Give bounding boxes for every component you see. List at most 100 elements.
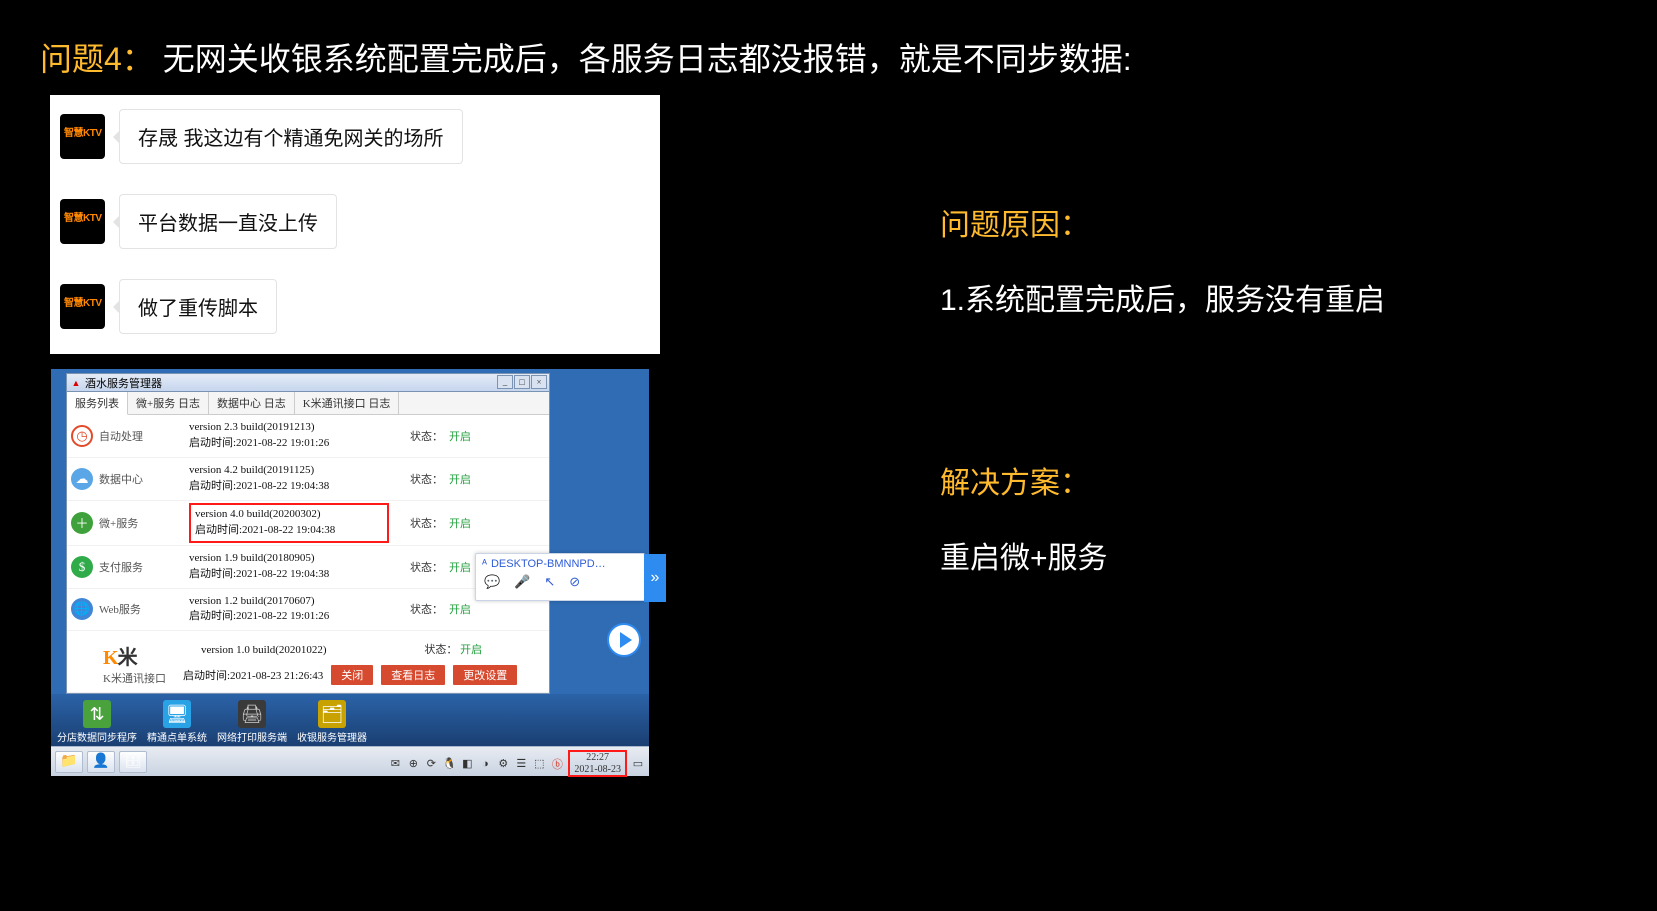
pos-icon: 🖥: [163, 700, 191, 728]
cancel-icon[interactable]: ⊘: [569, 574, 580, 590]
service-name: Web服务: [99, 601, 189, 617]
clock[interactable]: 22:27 2021-08-23: [568, 750, 627, 777]
service-name: 数据中心: [99, 471, 189, 487]
mic-icon[interactable]: 🎤: [514, 574, 530, 590]
maximize-button[interactable]: □: [514, 375, 530, 389]
penguin-icon[interactable]: 🐧: [442, 757, 456, 771]
tab-data-center-log[interactable]: 数据中心 日志: [209, 392, 295, 414]
upper-taskbar: ⇅ 分店数据同步程序 🖥 精通点单系统 🖨 网络打印服务端 🗂 收银服务管理器: [51, 694, 649, 746]
status-label: 状态：: [389, 515, 449, 531]
status-label: 状态：: [389, 471, 449, 487]
question-text: 无网关收银系统配置完成后，各服务日志都没报错，就是不同步数据:: [163, 41, 1132, 77]
tray-icon[interactable]: ✉: [388, 757, 402, 771]
service-name: 支付服务: [99, 559, 189, 575]
taskbar-item[interactable]: 🖨 网络打印服务端: [217, 700, 287, 744]
taskbar-item[interactable]: 🖥 精通点单系统: [147, 700, 207, 744]
service-row-auto[interactable]: ◷ 自动处理 version 2.3 build(20191213) 启动时间:…: [67, 415, 549, 458]
status-value: 开启: [449, 601, 519, 617]
taskbar-item[interactable]: 🗂 收银服务管理器: [297, 700, 367, 744]
left-column: 智慧KTV 存晟 我这边有个精通免网关的场所 智慧KTV 平台数据一直没上传 智…: [50, 95, 660, 777]
person-icon: ᴬ: [482, 558, 487, 570]
play-button-icon[interactable]: [607, 623, 641, 657]
slide-title: 问题4： 无网关收银系统配置完成后，各服务日志都没报错，就是不同步数据:: [40, 34, 1617, 80]
chat-row: 智慧KTV 做了重传脚本: [60, 279, 650, 334]
tray-icon[interactable]: ⬚: [532, 757, 546, 771]
chat-row: 智慧KTV 存晟 我这边有个精通免网关的场所: [60, 109, 650, 164]
service-name: 微+服务: [99, 515, 189, 531]
taskbar-app-button[interactable]: 🗄: [119, 751, 147, 773]
service-version-box: version 1.9 build(20180905) 启动时间:2021-08…: [189, 551, 389, 583]
status-label: 状态：: [389, 559, 449, 575]
avatar: 智慧KTV: [60, 114, 105, 159]
chat-row: 智慧KTV 平台数据一直没上传: [60, 194, 650, 249]
solution-body: 重启微+服务: [940, 532, 1600, 586]
globe-icon: 🌐: [71, 598, 93, 620]
avatar: 智慧KTV: [60, 199, 105, 244]
tab-strip: 服务列表 微+服务 日志 数据中心 日志 K米通讯接口 日志: [67, 392, 549, 415]
tray-icon[interactable]: ⓑ: [550, 757, 564, 771]
status-value: 开启: [449, 515, 519, 531]
service-name: K米通讯接口: [103, 673, 166, 685]
service-version-box-highlighted: version 4.0 build(20200302) 启动时间:2021-08…: [189, 503, 389, 543]
solution-title: 解决方案：: [940, 458, 1600, 502]
km-logo: K米: [103, 647, 137, 669]
clock-icon: ◷: [71, 425, 93, 447]
right-column: 问题原因： 1.系统配置完成后，服务没有重启 解决方案： 重启微+服务: [940, 200, 1600, 586]
close-service-button[interactable]: 关闭: [331, 665, 373, 685]
host-name: DESKTOP-BMNNPD…: [491, 558, 606, 570]
cursor-icon[interactable]: ↖: [544, 574, 555, 590]
tray-icon[interactable]: ◧: [460, 757, 474, 771]
service-name: 自动处理: [99, 428, 189, 444]
view-log-button[interactable]: 查看日志: [381, 665, 445, 685]
chat-msg: 存晟 我这边有个精通免网关的场所: [119, 109, 463, 164]
status-value: 开启: [449, 471, 519, 487]
taskbar-app-button[interactable]: 📁: [55, 751, 83, 773]
chat-icon[interactable]: 💬: [484, 574, 500, 590]
window-titlebar[interactable]: ▲ 酒水服务管理器 _ □ ×: [67, 374, 549, 392]
folder-icon: 🗂: [318, 700, 346, 728]
app-icon: ▲: [71, 378, 81, 388]
status-label: 状态：: [389, 428, 449, 444]
tab-km-log[interactable]: K米通讯接口 日志: [295, 392, 400, 414]
settings-button[interactable]: 更改设置: [453, 665, 517, 685]
tray-icon[interactable]: ⊕: [406, 757, 420, 771]
chat-msg: 做了重传脚本: [119, 279, 277, 334]
status-value: 开启: [449, 428, 519, 444]
taskbar-item[interactable]: ⇅ 分店数据同步程序: [57, 700, 137, 744]
show-desktop-icon[interactable]: ▭: [631, 757, 645, 771]
system-tray: ✉ ⊕ ⟳ 🐧 ◧ ◑ ⚙ ☰ ⬚ ⓑ 22:27 2021-08-23 ▭: [388, 750, 645, 777]
expand-icon[interactable]: »: [644, 554, 666, 602]
printer-icon: 🖨: [238, 700, 266, 728]
taskbar-app-button[interactable]: 👤: [87, 751, 115, 773]
tab-wplus-log[interactable]: 微+服务 日志: [128, 392, 209, 414]
status-label: 状态：: [389, 601, 449, 617]
chat-msg: 平台数据一直没上传: [119, 194, 337, 249]
chat-screenshot: 智慧KTV 存晟 我这边有个精通免网关的场所 智慧KTV 平台数据一直没上传 智…: [50, 95, 660, 354]
service-row-wplus[interactable]: ＋ 微+服务 version 4.0 build(20200302) 启动时间:…: [67, 501, 549, 546]
cloud-icon: ☁: [71, 468, 93, 490]
remote-assist-popup[interactable]: ᴬ DESKTOP-BMNNPD… 💬 🎤 ↖ ⊘ »: [475, 553, 645, 601]
service-version-box: version 1.2 build(20170607) 启动时间:2021-08…: [189, 594, 389, 626]
minimize-button[interactable]: _: [497, 375, 513, 389]
tray-icon[interactable]: ⚙: [496, 757, 510, 771]
windows-taskbar: 📁 👤 🗄 ✉ ⊕ ⟳ 🐧 ◧ ◑ ⚙ ☰ ⬚ ⓑ 22:27: [51, 746, 649, 776]
plus-icon: ＋: [71, 512, 93, 534]
avatar: 智慧KTV: [60, 284, 105, 329]
tray-icon[interactable]: ⟳: [424, 757, 438, 771]
close-button[interactable]: ×: [531, 375, 547, 389]
service-row-data-center[interactable]: ☁ 数据中心 version 4.2 build(20191125) 启动时间:…: [67, 458, 549, 501]
window-title: 酒水服务管理器: [85, 375, 162, 391]
cause-body: 1.系统配置完成后，服务没有重启: [940, 274, 1600, 328]
tray-icon[interactable]: ☰: [514, 757, 528, 771]
tab-service-list[interactable]: 服务列表: [67, 392, 128, 415]
desktop-screenshot: ▲ 酒水服务管理器 _ □ × 服务列表 微+服务 日志 数据中心 日志 K米通…: [50, 368, 650, 777]
question-label: 问题4：: [40, 41, 154, 77]
service-version-box: version 4.2 build(20191125) 启动时间:2021-08…: [189, 463, 389, 495]
cause-title: 问题原因：: [940, 200, 1600, 244]
service-row-km[interactable]: K米 K米通讯接口 version 1.0 build(20201022) 状态…: [67, 631, 549, 693]
km-detail: version 1.0 build(20201022) 状态： 开启 启动时间:…: [183, 641, 543, 686]
service-manager-window: ▲ 酒水服务管理器 _ □ × 服务列表 微+服务 日志 数据中心 日志 K米通…: [66, 373, 550, 694]
tray-icon[interactable]: ◑: [478, 757, 492, 771]
sync-stack-icon: ⇅: [83, 700, 111, 728]
dollar-icon: $: [71, 556, 93, 578]
